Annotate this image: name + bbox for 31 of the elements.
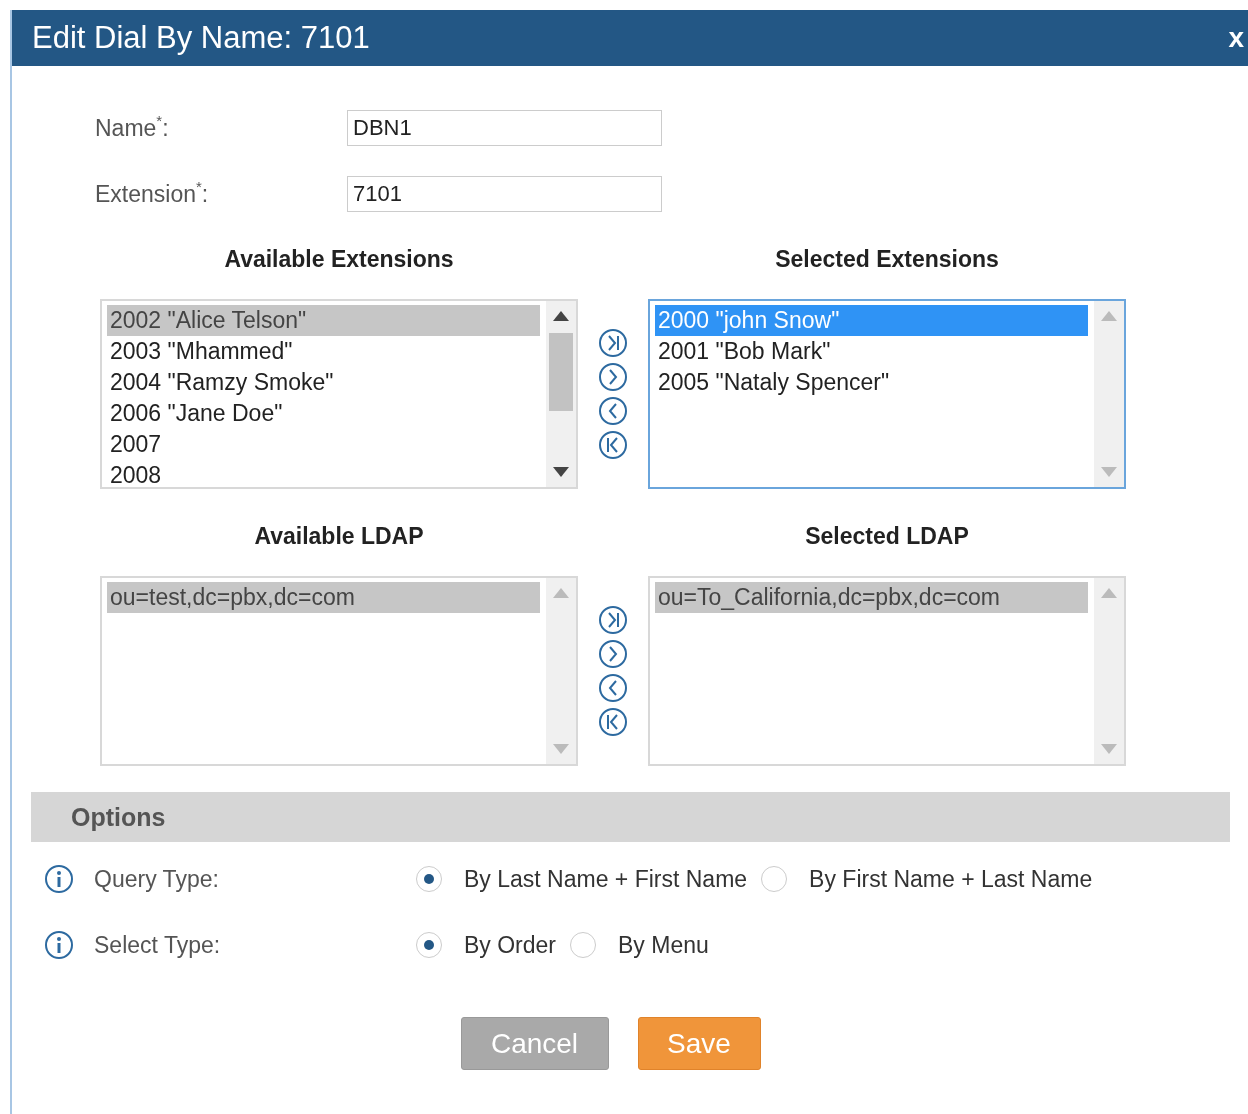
input-field[interactable]: DBN1 (347, 110, 662, 146)
list-item[interactable]: 2002 "Alice Telson" (107, 305, 540, 336)
list-item[interactable]: 2007 (107, 429, 540, 460)
list-box[interactable]: ou=To_California,dc=pbx,dc=com (648, 576, 1126, 766)
list-box[interactable]: ou=test,dc=pbx,dc=com (100, 576, 578, 766)
list-item[interactable]: ou=To_California,dc=pbx,dc=com (655, 582, 1088, 613)
list-item[interactable]: 2005 "Nataly Spencer" (655, 367, 1088, 398)
field-label: Extension$^{*}$: (94, 180, 210, 208)
list-item[interactable]: 2001 "Bob Mark" (655, 336, 1088, 367)
list-box[interactable]: 2002 "Alice Telson" 2003 "Mhammed" 2004 "Ramzy Smoke" 2006 "Jane Doe" 2007 2008 (100, 299, 578, 489)
field-label: Name$^{*}$: (94, 114, 170, 142)
list-heading: Available LDAP (254, 523, 424, 550)
list-heading: Selected LDAP (805, 523, 969, 550)
radio-label: By First Name + Last Name (809, 865, 1093, 893)
options-title: Options (71, 802, 166, 832)
list-item[interactable]: 2008 (107, 460, 540, 491)
input-field[interactable]: 7101 (347, 176, 662, 212)
dialog-title: Edit Dial By Name: 7101 (32, 20, 370, 56)
option-label: Select Type: (94, 931, 222, 959)
list-item[interactable]: 2004 "Ramzy Smoke" (107, 367, 540, 398)
list-heading: Selected Extensions (775, 246, 999, 273)
list-item[interactable]: ou=test,dc=pbx,dc=com (107, 582, 540, 613)
list-item[interactable]: 2003 "Mhammed" (107, 336, 540, 367)
list-box[interactable]: 2000 "john Snow" 2001 "Bob Mark" 2005 "Nataly Spencer" (648, 299, 1126, 489)
radio-label: By Order (464, 931, 557, 959)
list-heading: Available Extensions (224, 246, 454, 273)
close-button[interactable]: x (1228, 22, 1248, 54)
radio-label: By Last Name + First Name (464, 865, 748, 893)
list-item[interactable]: 2006 "Jane Doe" (107, 398, 540, 429)
option-label: Query Type: (94, 865, 220, 893)
radio-label: By Menu (618, 931, 709, 959)
